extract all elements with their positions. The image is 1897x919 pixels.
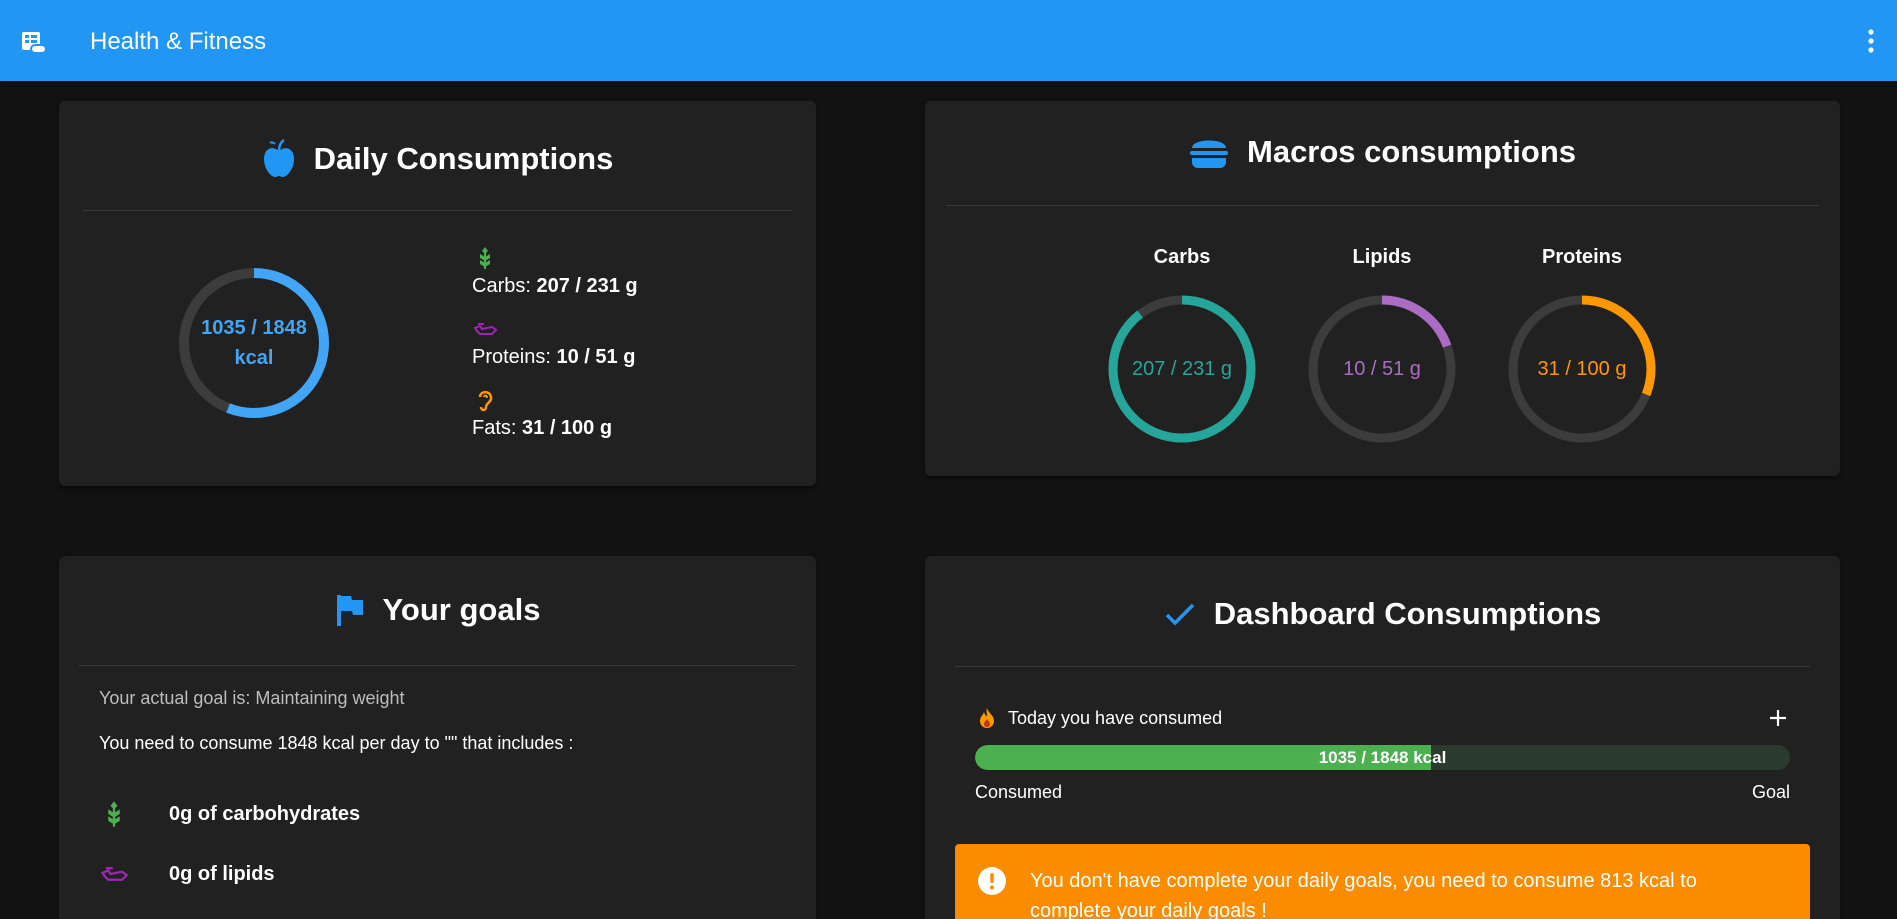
goal-carbs-item: 0g of carbohydrates [99,799,360,829]
kcal-unit: kcal [234,347,274,369]
fats-row: Fats: 31 / 100 g [472,387,612,440]
check-icon [1165,603,1194,626]
dashboard-consumptions-card: Dashboard Consumptions Today you have co… [925,556,1840,919]
goals-title: Your goals [382,592,541,627]
daily-header: Daily Consumptions [59,139,816,179]
divider [946,205,1819,206]
carbs-label: Carbs: [472,275,531,297]
today-consumed-label: Today you have consumed [1008,707,1223,728]
more-vert-icon[interactable] [1865,26,1877,56]
carbs-ring-label: 207 / 231 g [1131,357,1233,380]
daily-goal-alert: You don't have complete your daily goals… [955,844,1810,919]
goal-label: Goal [1751,782,1790,802]
hamburger-icon [1190,140,1228,168]
goal-lipids-item: 0g of lipids [99,859,275,889]
carbs-row: Carbs: 207 / 231 g [472,245,638,298]
actual-goal-text: Your actual goal is: Maintaining weight [99,688,405,708]
proteins-ring-label: 31 / 100 g [1537,357,1627,380]
proteins-row: Proteins: 10 / 51 g [472,316,635,369]
dashboard-title: Dashboard Consumptions [1213,596,1602,631]
fats-label: Fats: [472,417,517,439]
macro-carbs: Carbs 207 / 231 g [1102,246,1262,443]
macro-proteins: Proteins 31 / 100 g [1502,246,1662,443]
alert-circle-icon [978,867,1006,895]
macro-lipids: Lipids 10 / 51 g [1302,246,1462,443]
oil-icon [100,867,129,881]
macros-title: Macros consumptions [1247,134,1576,169]
dashboard-header: Dashboard Consumptions [925,596,1840,632]
daily-consumptions-card: Daily Consumptions 1035 / 1848 kcal Carb… [59,101,816,486]
goals-header: Your goals [59,592,816,628]
consumed-label: Consumed [975,782,1063,802]
fire-icon [980,708,994,728]
flag-icon [336,595,363,626]
kcal-ring-label: 1035 / 1848 kcal [177,266,331,420]
food-menu-icon[interactable] [20,29,48,57]
need-consume-text: You need to consume 1848 kcal per day to… [99,733,574,753]
your-goals-card: Your goals Your actual goal is: Maintain… [59,556,816,919]
goal-carbs-label: 0g of carbohydrates [169,802,361,825]
lipids-ring-label: 10 / 51 g [1343,357,1421,380]
fats-value: 31 / 100 g [522,417,613,439]
kcal-progress-text: 1035 / 1848 kcal [1318,747,1447,767]
divider [955,666,1810,667]
daily-title: Daily Consumptions [313,141,614,176]
macro-proteins-title: Proteins [1541,246,1623,268]
wheat-icon [108,801,120,827]
wheat-icon [480,247,490,269]
carbs-value: 207 / 231 g [536,275,638,297]
proteins-value: 10 / 51 g [556,346,636,368]
macros-header: Macros consumptions [925,134,1840,170]
macro-lipids-title: Lipids [1352,246,1412,268]
progress-labels: Consumed Goal [975,782,1790,803]
divider [83,210,792,211]
oil-icon [473,323,498,335]
proteins-label: Proteins: [472,346,551,368]
macros-consumptions-card: Macros consumptions Carbs 207 / 231 g Li… [925,101,1840,476]
ear-icon [478,390,493,412]
kcal-progress-bar: 1035 / 1848 kcal [975,745,1790,770]
divider [79,665,796,666]
app-bar: Health & Fitness [0,0,1897,81]
today-consumed-row: Today you have consumed [978,707,1222,729]
app-title: Health & Fitness [90,28,267,55]
apple-icon [263,139,294,177]
kcal-value: 1035 / 1848 [201,317,307,339]
add-icon[interactable] [1766,706,1790,730]
alert-message: You don't have complete your daily goals… [1030,870,1697,919]
macro-carbs-title: Carbs [1153,246,1211,268]
goal-lipids-label: 0g of lipids [169,862,275,885]
